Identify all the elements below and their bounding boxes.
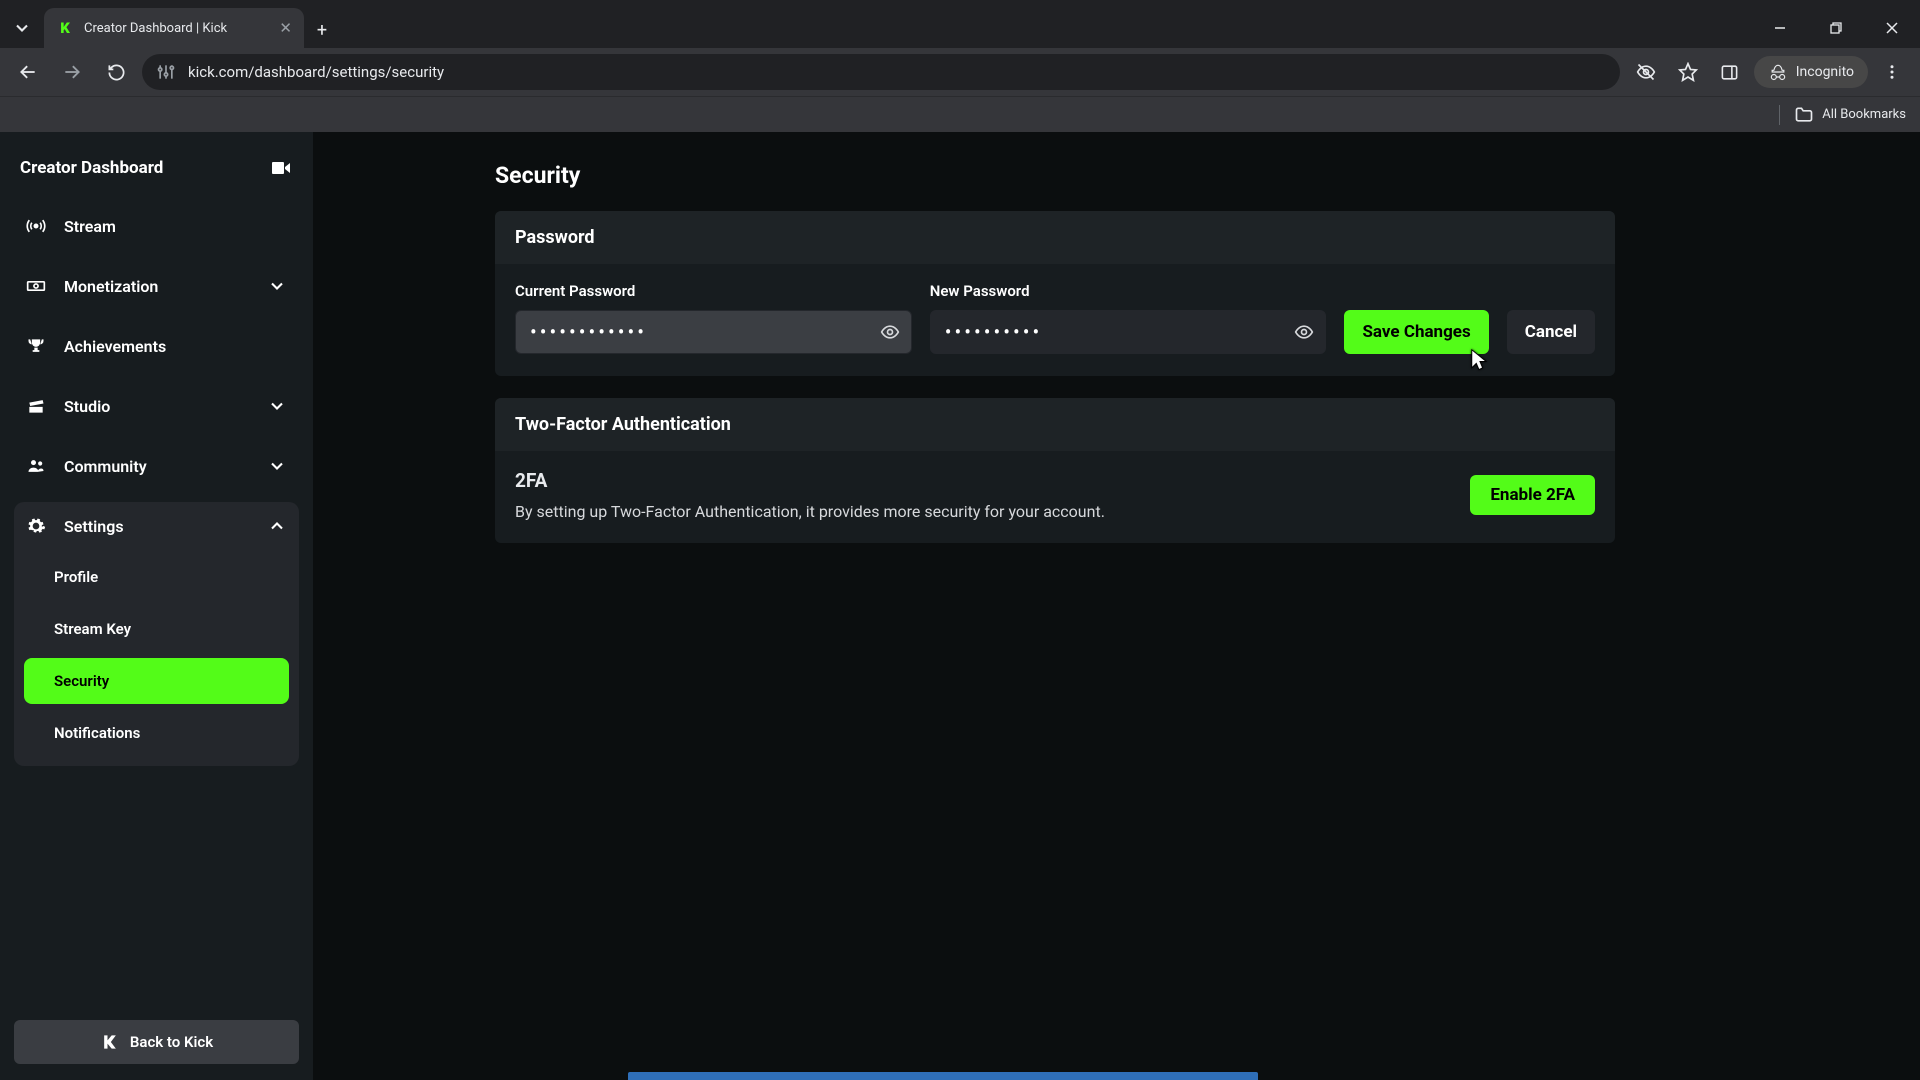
- broadcast-icon: [26, 216, 46, 236]
- current-password-label: Current Password: [515, 282, 912, 300]
- collapse-sidebar-icon[interactable]: [269, 156, 293, 180]
- kick-favicon-icon: K: [56, 19, 74, 37]
- bookmarks-bar: All Bookmarks: [0, 96, 1920, 132]
- subnav-label: Notifications: [54, 724, 140, 742]
- sidebar-item-achievements[interactable]: Achievements: [14, 322, 299, 370]
- settings-subnav: Profile Stream Key Security Notification…: [14, 550, 299, 766]
- gear-icon: [26, 516, 46, 536]
- back-to-kick-button[interactable]: Back to Kick: [14, 1020, 299, 1064]
- save-changes-button[interactable]: Save Changes: [1344, 310, 1488, 354]
- cancel-button[interactable]: Cancel: [1507, 310, 1595, 354]
- folder-icon: [1794, 105, 1814, 125]
- tab-title: Creator Dashboard | Kick: [84, 21, 227, 36]
- eye-off-icon[interactable]: [1628, 54, 1664, 90]
- tfa-description: By setting up Two-Factor Authentication,…: [515, 502, 1105, 521]
- sidebar-item-monetization[interactable]: Monetization: [14, 262, 299, 310]
- address-bar[interactable]: kick.com/dashboard/settings/security: [142, 54, 1620, 90]
- chevron-down-icon: [12, 18, 32, 38]
- all-bookmarks-button[interactable]: All Bookmarks: [1794, 105, 1906, 125]
- chevron-down-icon: [267, 456, 287, 476]
- nav-reload-button[interactable]: [98, 54, 134, 90]
- password-section-title: Password: [495, 211, 1615, 264]
- tfa-heading: 2FA: [515, 469, 1105, 492]
- window-minimize-button[interactable]: [1752, 8, 1808, 48]
- cash-icon: [26, 276, 46, 296]
- sidebar-item-community[interactable]: Community: [14, 442, 299, 490]
- sidebar-item-studio[interactable]: Studio: [14, 382, 299, 430]
- sidebar: Creator Dashboard Stream Monetization Ac…: [0, 132, 313, 1080]
- browser-tab[interactable]: K Creator Dashboard | Kick ✕: [44, 8, 304, 48]
- subnav-label: Profile: [54, 568, 98, 586]
- sidebar-item-stream[interactable]: Stream: [14, 202, 299, 250]
- trophy-icon: [26, 336, 46, 356]
- current-password-input[interactable]: [515, 310, 912, 354]
- tfa-section-title: Two-Factor Authentication: [495, 398, 1615, 451]
- subnav-label: Security: [54, 672, 109, 690]
- subnav-profile[interactable]: Profile: [24, 554, 289, 600]
- kick-logo-icon: [100, 1032, 120, 1052]
- chevron-down-icon: [267, 396, 287, 416]
- sidebar-item-label: Settings: [64, 517, 124, 536]
- tab-search-dropdown[interactable]: [0, 8, 44, 48]
- subnav-security[interactable]: Security: [24, 658, 289, 704]
- taskbar-sliver: [628, 1072, 1258, 1080]
- nav-forward-button[interactable]: [54, 54, 90, 90]
- chevron-up-icon: [267, 516, 287, 536]
- window-maximize-button[interactable]: [1808, 8, 1864, 48]
- all-bookmarks-label: All Bookmarks: [1822, 107, 1906, 122]
- browser-titlebar: K Creator Dashboard | Kick ✕ +: [0, 0, 1920, 48]
- back-button-label: Back to Kick: [130, 1033, 213, 1051]
- sidebar-item-label: Monetization: [64, 277, 158, 296]
- eye-icon[interactable]: [880, 322, 900, 342]
- clapper-icon: [26, 396, 46, 416]
- sidebar-title: Creator Dashboard: [20, 158, 163, 178]
- subnav-notifications[interactable]: Notifications: [24, 710, 289, 756]
- password-card: Password Current Password New Password: [495, 211, 1615, 376]
- window-close-button[interactable]: [1864, 8, 1920, 48]
- chevron-down-icon: [267, 276, 287, 296]
- new-tab-button[interactable]: +: [304, 12, 340, 48]
- enable-2fa-button[interactable]: Enable 2FA: [1470, 475, 1595, 515]
- url-text: kick.com/dashboard/settings/security: [188, 63, 444, 81]
- new-password-label: New Password: [930, 282, 1327, 300]
- nav-back-button[interactable]: [10, 54, 46, 90]
- bookmark-star-icon[interactable]: [1670, 54, 1706, 90]
- sidebar-item-label: Studio: [64, 397, 110, 416]
- incognito-indicator[interactable]: Incognito: [1754, 56, 1868, 88]
- site-settings-icon[interactable]: [156, 62, 176, 82]
- incognito-label: Incognito: [1796, 64, 1854, 80]
- page-title: Security: [495, 162, 1850, 189]
- browser-menu-button[interactable]: [1874, 54, 1910, 90]
- people-icon: [26, 456, 46, 476]
- two-factor-card: Two-Factor Authentication 2FA By setting…: [495, 398, 1615, 543]
- new-password-input[interactable]: [930, 310, 1327, 354]
- divider: [1779, 105, 1780, 125]
- subnav-label: Stream Key: [54, 620, 131, 638]
- subnav-stream-key[interactable]: Stream Key: [24, 606, 289, 652]
- main-content: Security Password Current Password: [313, 132, 1920, 1080]
- eye-icon[interactable]: [1294, 322, 1314, 342]
- incognito-icon: [1768, 62, 1788, 82]
- sidebar-item-label: Community: [64, 457, 147, 476]
- sidebar-item-label: Achievements: [64, 337, 166, 356]
- side-panel-icon[interactable]: [1712, 54, 1748, 90]
- browser-toolbar: kick.com/dashboard/settings/security Inc…: [0, 48, 1920, 96]
- app-root: Creator Dashboard Stream Monetization Ac…: [0, 132, 1920, 1080]
- sidebar-item-settings[interactable]: Settings: [14, 502, 299, 550]
- close-tab-icon[interactable]: ✕: [279, 19, 292, 37]
- sidebar-item-label: Stream: [64, 217, 116, 236]
